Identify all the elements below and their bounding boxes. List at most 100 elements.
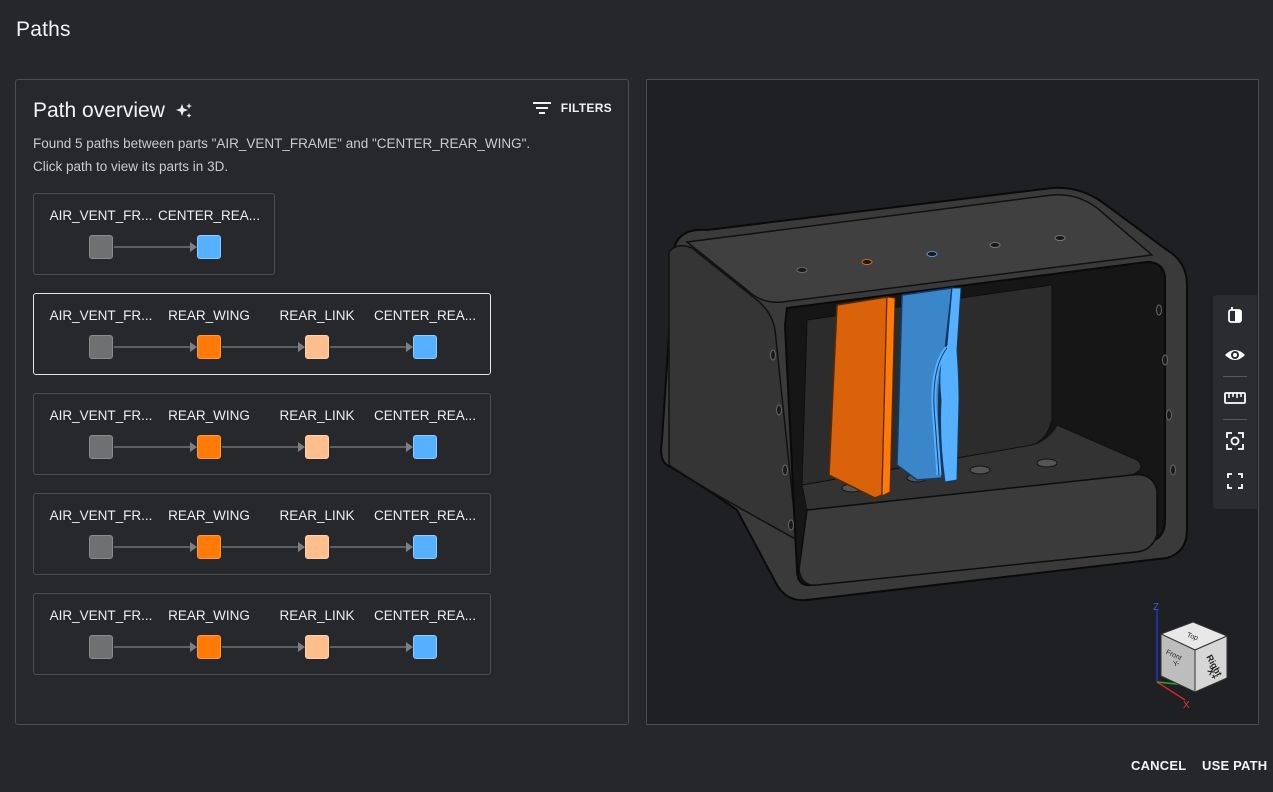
panel-heading: Path overview	[33, 99, 165, 122]
fullscreen-button[interactable]	[1213, 461, 1257, 501]
path-edge-arrow	[114, 642, 197, 652]
section-view-button[interactable]	[1213, 295, 1257, 335]
path-node-gray-box	[89, 635, 113, 659]
path-node-label: REAR_LINK	[279, 308, 355, 323]
path-description: Found 5 paths between parts "AIR_VENT_FR…	[33, 132, 530, 178]
filter-icon	[532, 101, 551, 115]
path-edge-arrow	[114, 542, 197, 552]
measure-button[interactable]	[1213, 378, 1257, 418]
path-node-label: CENTER_REA...	[373, 508, 477, 523]
axis-x-label: X	[1183, 700, 1190, 710]
path-node-label: CENTER_REA...	[373, 408, 477, 423]
path-edge-arrow	[114, 242, 197, 252]
side-hole	[770, 349, 776, 361]
filters-label: FILTERS	[560, 101, 612, 115]
path-card[interactable]: AIR_VENT_FR... REAR_WING REAR_LINK CENTER_R…	[33, 293, 491, 375]
visibility-eye-icon	[1225, 350, 1245, 360]
fullscreen-icon	[1227, 473, 1243, 489]
path-node-blue-box	[413, 335, 437, 359]
path-card[interactable]: AIR_VENT_FR... REAR_WING REAR_LINK CENTER_R…	[33, 393, 491, 475]
path-node-blue-box	[413, 535, 437, 559]
toolbar-divider	[1223, 376, 1247, 377]
visibility-button[interactable]	[1213, 335, 1257, 375]
path-node-gray-box	[89, 535, 113, 559]
toolbar-divider	[1223, 419, 1247, 420]
path-node-label: REAR_LINK	[279, 608, 355, 623]
viewer-toolbar	[1213, 295, 1257, 509]
path-node-label: AIR_VENT_FR...	[49, 408, 153, 423]
path-node-gray-box	[89, 435, 113, 459]
top-hole	[926, 251, 938, 257]
side-hole	[782, 464, 788, 476]
path-node-label: AIR_VENT_FR...	[49, 608, 153, 623]
path-node-gray-box	[89, 335, 113, 359]
3d-viewer[interactable]: Z X Top Front Y- Right X+	[646, 79, 1259, 725]
floor-stud	[1036, 458, 1058, 468]
top-hole	[989, 242, 1001, 248]
measure-ruler-icon	[1224, 392, 1246, 404]
top-hole	[796, 267, 808, 273]
path-edge-arrow	[114, 442, 197, 452]
side-hole	[1170, 464, 1176, 476]
side-hole	[1166, 409, 1172, 421]
section-view-icon	[1228, 307, 1242, 323]
path-node-label: AIR_VENT_FR...	[49, 208, 153, 223]
description-line-2: Click path to view its parts in 3D.	[33, 159, 229, 174]
path-node-blue-box	[413, 635, 437, 659]
path-node-label: REAR_WING	[168, 508, 250, 523]
use-path-button[interactable]: USE PATH	[1202, 758, 1267, 773]
panel-header: Path overview	[33, 99, 193, 123]
rear-wing-part	[828, 296, 888, 499]
path-node-orange-box	[197, 435, 221, 459]
path-edge-arrow	[222, 342, 305, 352]
focus-target-icon	[1226, 432, 1244, 450]
path-node-label: REAR_WING	[168, 408, 250, 423]
path-node-label: CENTER_REA...	[373, 308, 477, 323]
path-node-label: CENTER_REA...	[373, 608, 477, 623]
path-node-peach-box	[305, 535, 329, 559]
top-hole	[861, 259, 873, 265]
path-node-gray-box	[89, 235, 113, 259]
page-title: Paths	[16, 18, 71, 41]
path-node-label: REAR_WING	[168, 308, 250, 323]
path-edge-arrow	[330, 642, 413, 652]
path-edge-arrow	[330, 342, 413, 352]
side-hole	[1162, 354, 1168, 366]
side-hole	[776, 404, 782, 416]
path-edge-arrow	[222, 642, 305, 652]
axis-z-label: Z	[1153, 602, 1159, 613]
filters-button[interactable]: FILTERS	[532, 101, 612, 115]
path-node-blue-box	[413, 435, 437, 459]
path-node-peach-box	[305, 335, 329, 359]
cancel-button[interactable]: CANCEL	[1131, 758, 1186, 773]
path-card[interactable]: AIR_VENT_FR... REAR_WING REAR_LINK CENTER_R…	[33, 493, 491, 575]
path-node-label: AIR_VENT_FR...	[49, 508, 153, 523]
top-hole	[1054, 235, 1066, 241]
cube-front-sub: Y-	[1173, 661, 1180, 668]
path-node-label: CENTER_REA...	[157, 208, 261, 223]
path-node-orange-box	[197, 335, 221, 359]
path-overview-panel: Path overview FILTERS Found 5 paths betw…	[15, 79, 629, 725]
floor-stud	[969, 465, 991, 475]
path-node-label: REAR_LINK	[279, 508, 355, 523]
path-node-label: REAR_LINK	[279, 408, 355, 423]
path-node-label: AIR_VENT_FR...	[49, 308, 153, 323]
path-node-label: REAR_WING	[168, 608, 250, 623]
path-edge-arrow	[114, 342, 197, 352]
path-node-peach-box	[305, 435, 329, 459]
path-card[interactable]: AIR_VENT_FR... REAR_WING REAR_LINK CENTER_R…	[33, 593, 491, 675]
side-hole	[1156, 304, 1162, 316]
path-node-orange-box	[197, 635, 221, 659]
path-node-peach-box	[305, 635, 329, 659]
view-cube[interactable]: Z X Top Front Y- Right X+	[1147, 600, 1237, 710]
path-edge-arrow	[330, 442, 413, 452]
path-node-blue-box	[197, 235, 221, 259]
side-hole	[788, 519, 794, 531]
path-edge-arrow	[330, 542, 413, 552]
path-node-orange-box	[197, 535, 221, 559]
sparkle-icon	[175, 102, 193, 120]
path-edge-arrow	[222, 442, 305, 452]
focus-button[interactable]	[1213, 421, 1257, 461]
description-line-1: Found 5 paths between parts "AIR_VENT_FR…	[33, 136, 531, 151]
path-card[interactable]: AIR_VENT_FR... CENTER_REA...	[33, 193, 275, 275]
